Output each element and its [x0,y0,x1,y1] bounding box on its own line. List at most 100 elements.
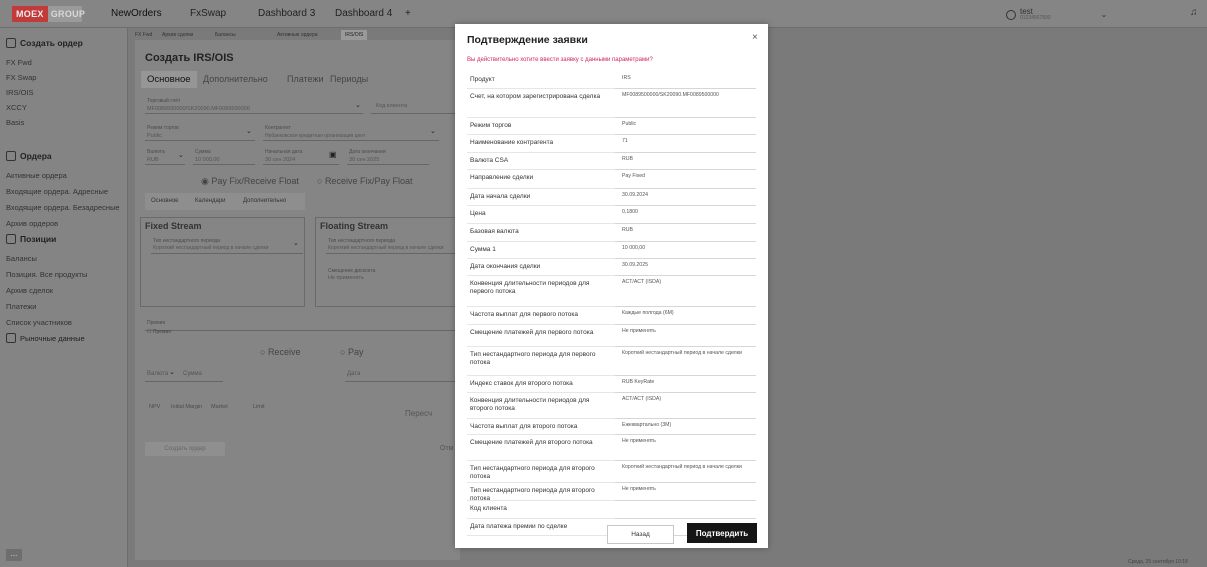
sidebar-market-data[interactable]: Рыночные данные [6,333,85,343]
param-label: Валюта CSA [470,157,509,164]
form-title: Создать IRS/OIS [145,52,234,64]
premium-currency-field[interactable]: Валюта ⌄ Сумма [145,366,223,382]
recalculate-button[interactable]: Пересч [405,409,432,418]
sidebar: Создать ордер FX Fwd FX Swap IRS/OIS XCC… [0,28,128,567]
chevron-down-icon: ⌄ [430,128,436,135]
subtab-fx-fwd[interactable]: FX Fwd [135,32,152,38]
param-row: Продукт IRS [455,72,768,89]
tab-fxswap[interactable]: FxSwap [190,8,226,19]
premium-date-field[interactable]: Дата [345,366,460,382]
param-label: Продукт [470,76,495,83]
param-value: MF0089500000/SK20090.MF0089500000 [622,92,719,98]
form-tab-main[interactable]: Основное [141,71,197,88]
sidebar-item-basis[interactable]: Basis [6,118,24,127]
param-label: Частота выплат для второго потока [470,423,578,430]
param-row: Тип нестандартного периода для второго п… [455,461,768,483]
subtab-bar: FX Fwd Архив сделки Балансы Активные орд… [135,30,455,40]
fixed-period-select[interactable]: Тип нестандартного периода Короткий нест… [151,236,303,254]
floating-period-select[interactable]: Тип нестандартного периода Короткий нест… [326,236,461,254]
user-menu[interactable]: test 01234567890 ⌄ [1006,8,1107,21]
param-value: Каждые полгода (6M) [622,310,674,316]
chevron-down-icon: ⌄ [169,369,175,376]
sidebar-item-participants[interactable]: Список участников [6,318,72,327]
account-field[interactable]: Торговый счёт MF0089500000/SK20090.MF008… [145,96,363,114]
amount-input[interactable]: Сумма 10 000,00 [193,147,255,165]
sidebar-item-xccy[interactable]: XCCY [6,103,27,112]
back-button[interactable]: Назад [607,525,674,544]
confirm-button[interactable]: Подтвердить [687,523,757,543]
fixed-stream-panel: Fixed Stream Тип нестандартного периода … [140,217,305,307]
subtab-active-orders[interactable]: Активные ордера [277,32,318,38]
add-tab-button[interactable]: + [405,8,411,19]
param-label: Частота выплат для первого потока [470,311,579,318]
radio-pay-fix[interactable]: ◉ Pay Fix/Receive Float [201,176,299,187]
param-value: Короткий нестандартный период в начале с… [622,464,742,470]
form-tab-additional[interactable]: Дополнительно [203,74,268,84]
param-row: Смещение платежей для первого потока Не п… [455,325,768,347]
sidebar-item-all-products[interactable]: Позиция. Все продукты [6,270,87,279]
floating-offset-field[interactable]: Смещение дисконта Не применять [326,266,456,284]
tab-neworders[interactable]: NewOrders [111,8,162,19]
form-tab-payments[interactable]: Платежи [287,74,324,84]
end-date-input[interactable]: Дата окончания 30 сен 2025 [347,147,429,165]
param-row: Тип нестандартного периода для первого п… [455,347,768,376]
radio-receive-fix[interactable]: ○ Receive Fix/Pay Float [317,176,412,186]
sidebar-item-incoming-addressed[interactable]: Входящие ордера. Адресные [6,187,108,196]
create-order-button[interactable]: Создать ордер [145,442,225,456]
sidebar-positions[interactable]: Позиции [6,234,56,244]
premium-checkbox[interactable]: ☐ Премия [147,329,171,335]
chevron-down-icon[interactable]: ⌄ [1101,10,1108,19]
stream-tab-additional[interactable]: Дополнительно [243,198,286,204]
sidebar-orders[interactable]: Ордера [6,151,52,161]
chevron-down-icon: ⌄ [178,152,184,159]
radio-pay[interactable]: ○ Pay [340,347,363,357]
user-icon [1006,9,1016,20]
subtab-irs-ois[interactable]: IRS/OIS [341,30,368,40]
start-date-input[interactable]: Начальная дата 30 сен 2024 ▣ [263,147,339,165]
stream-tab-main[interactable]: Основное [151,198,179,204]
currency-select[interactable]: Валюта RUB ⌄ [145,147,185,165]
param-label: Конвенция длительности периодов для втор… [470,397,590,413]
calendar-icon[interactable]: ▣ [329,150,337,159]
param-label: Индекс ставок для второго потока [470,380,573,387]
param-value: Не применять [622,328,656,334]
user-id: 01234567890 [1020,15,1051,21]
sidebar-item-irs-ois[interactable]: IRS/OIS [6,88,34,97]
subtab-archive[interactable]: Архив сделки [162,32,193,38]
param-row: Частота выплат для первого потока Каждые … [455,307,768,325]
sidebar-item-incoming-unaddressed[interactable]: Входящие ордера. Безадресные [6,203,120,212]
tab-dashboard-4[interactable]: Dashboard 4 [335,8,392,19]
subtab-balances[interactable]: Балансы [215,32,236,38]
param-value: ACT/ACT (ISDA) [622,396,662,402]
confirm-dialog: Подтверждение заявки × Вы действительно … [455,24,768,548]
param-value: IRS [622,75,631,81]
market-data-icon [6,333,16,343]
sidebar-item-fx-swap[interactable]: FX Swap [6,73,36,82]
spread-input[interactable]: Премия [145,315,460,331]
more-button[interactable]: ... [6,549,22,561]
param-row: Частота выплат для второго потока Ежеквар… [455,419,768,435]
stream-tab-calendars[interactable]: Календари [195,198,226,204]
sidebar-item-balances[interactable]: Балансы [6,254,37,263]
sidebar-item-fx-fwd[interactable]: FX Fwd [6,58,32,67]
chevron-down-icon: ⌄ [293,240,299,247]
client-code-field[interactable]: Код клиента [371,96,461,114]
counterparty-select[interactable]: Контрагент Небанковская кредитная органи… [263,123,439,141]
param-row: Валюта CSA RUB [455,153,768,170]
radio-receive[interactable]: ○ Receive [260,347,300,357]
sidebar-item-payments[interactable]: Платежи [6,302,36,311]
close-icon[interactable]: × [752,32,758,43]
sidebar-item-orders-archive[interactable]: Архив ордеров [6,219,58,228]
dialog-question: Вы действительно хотите ввести заявку с … [467,57,653,63]
param-value: Public [622,121,637,127]
param-label: Счет, на котором зарегистрирована сделка [470,93,601,100]
tab-dashboard-3[interactable]: Dashboard 3 [258,8,315,19]
sidebar-item-deals-archive[interactable]: Архив сделок [6,286,53,295]
fixed-stream-title: Fixed Stream [145,221,202,231]
sidebar-create-order[interactable]: Создать ордер [6,38,83,48]
form-tab-periods[interactable]: Периоды [330,74,368,84]
cancel-button[interactable]: Отм [440,445,453,452]
bell-icon[interactable]: ♫ [1190,7,1198,18]
trading-mode-select[interactable]: Режим торгов Public ⌄ [145,123,255,141]
sidebar-item-active-orders[interactable]: Активные ордера [6,171,67,180]
